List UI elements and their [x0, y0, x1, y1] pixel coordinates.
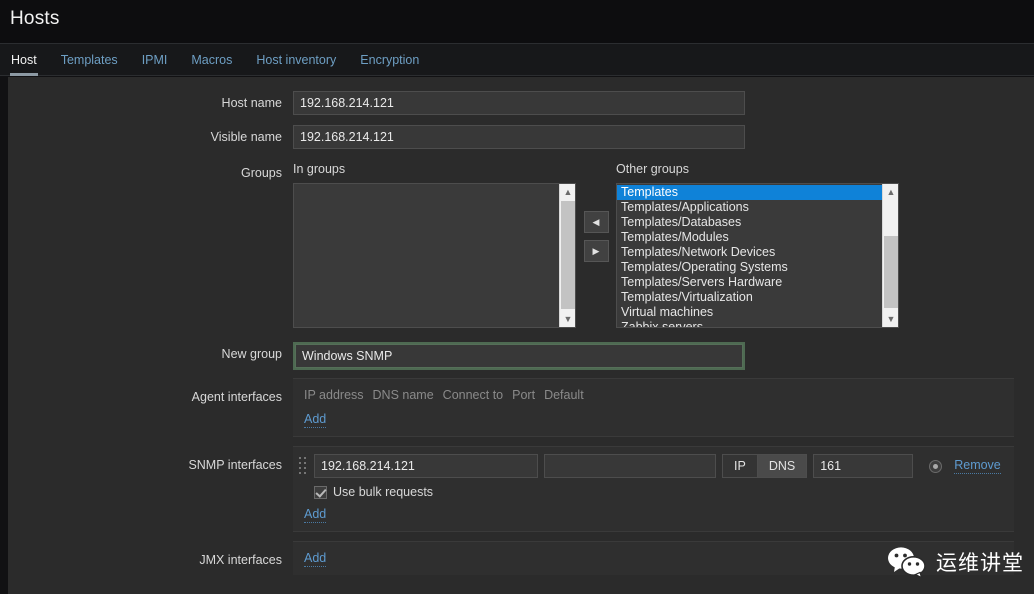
- new-group-input[interactable]: [295, 344, 743, 368]
- row-jmx-interfaces: JMX interfaces Add: [8, 532, 1034, 575]
- tab-templates[interactable]: Templates: [60, 45, 119, 76]
- tab-host-inventory[interactable]: Host inventory: [255, 45, 337, 76]
- agent-column-header: Port: [512, 388, 536, 402]
- tab-host[interactable]: Host: [10, 45, 38, 76]
- new-group-label: New group: [221, 347, 282, 361]
- agent-interfaces-columns: IP address DNS name Connect to Port Default: [293, 386, 1014, 404]
- jmx-add-wrap: Add: [293, 549, 1014, 567]
- agent-column-header: Connect to: [442, 388, 504, 402]
- in-groups-scrollbar[interactable]: ▲ ▼: [559, 184, 575, 327]
- use-bulk-requests-row: Use bulk requests: [293, 478, 1014, 499]
- move-right-button[interactable]: ▶: [583, 240, 609, 262]
- visible-name-field-wrap: [293, 125, 1034, 149]
- agent-add-link[interactable]: Add: [304, 412, 327, 428]
- use-bulk-requests-label[interactable]: Use bulk requests: [333, 485, 433, 499]
- agent-interfaces-field-wrap: IP address DNS name Connect to Port Default …: [293, 378, 1034, 437]
- scroll-down-icon[interactable]: ▼: [883, 311, 898, 327]
- list-item[interactable]: Templates/Servers Hardware: [617, 275, 883, 290]
- list-item[interactable]: Zabbix servers: [617, 320, 883, 327]
- list-item[interactable]: Templates: [617, 185, 883, 200]
- visible-name-label: Visible name: [210, 130, 282, 144]
- page-title: Hosts: [10, 8, 60, 29]
- host-name-field-wrap: [293, 91, 1034, 115]
- snmp-interfaces-box: IP DNS Remove Use bulk requests Add: [293, 446, 1014, 532]
- in-groups-listbox[interactable]: ▲ ▼: [293, 183, 576, 328]
- other-groups-scrollbar[interactable]: ▲ ▼: [882, 184, 898, 327]
- in-groups-scroll-thumb[interactable]: [561, 201, 575, 309]
- snmp-interface-row: IP DNS Remove: [293, 454, 1014, 478]
- snmp-interfaces-label: SNMP interfaces: [188, 458, 282, 472]
- snmp-default-radio[interactable]: [929, 459, 943, 473]
- snmp-remove-link[interactable]: Remove: [954, 458, 1001, 474]
- in-groups-items[interactable]: [294, 184, 560, 327]
- other-groups-listbox[interactable]: Templates Templates/Applications Templates…: [616, 183, 899, 328]
- agent-column-header: Default: [544, 388, 584, 402]
- new-group-focus-ring: [293, 342, 745, 370]
- host-name-input[interactable]: [293, 91, 745, 115]
- jmx-add-link[interactable]: Add: [304, 551, 327, 567]
- snmp-connect-to-toggle: IP DNS: [722, 454, 808, 478]
- other-groups-scroll-thumb[interactable]: [884, 236, 898, 308]
- drag-handle-icon[interactable]: [297, 455, 309, 477]
- snmp-add-link[interactable]: Add: [304, 507, 327, 523]
- zabbix-host-config-page: Hosts Host Templates IPMI Macros Host invent…: [0, 0, 1034, 594]
- snmp-interfaces-field-wrap: IP DNS Remove Use bulk requests Add: [293, 446, 1034, 532]
- groups-field-wrap: In groups ▲ ▼ ◀ ▶ Other groups Templates…: [293, 161, 1034, 328]
- list-item[interactable]: Templates/Operating Systems: [617, 260, 883, 275]
- list-item[interactable]: Virtual machines: [617, 305, 883, 320]
- in-groups-caption: In groups: [293, 162, 346, 176]
- other-groups-column: Other groups Templates Templates/Applicat…: [616, 161, 899, 328]
- other-groups-caption: Other groups: [616, 162, 689, 176]
- agent-add-wrap: Add: [293, 404, 1014, 428]
- jmx-interfaces-box: Add: [293, 541, 1014, 575]
- snmp-port-input[interactable]: [813, 454, 914, 478]
- snmp-dns-input[interactable]: [544, 454, 716, 478]
- other-groups-items[interactable]: Templates Templates/Applications Templates…: [617, 184, 883, 327]
- connect-to-ip-button[interactable]: IP: [723, 455, 757, 477]
- groups-label: Groups: [241, 166, 282, 180]
- page-header: Hosts: [0, 0, 1034, 43]
- row-new-group: New group: [8, 328, 1034, 370]
- list-item[interactable]: Templates/Network Devices: [617, 245, 883, 260]
- tab-ipmi[interactable]: IPMI: [141, 45, 169, 76]
- host-form: Host name Visible name Groups In groups: [8, 77, 1034, 594]
- scroll-up-icon[interactable]: ▲: [883, 184, 898, 200]
- row-groups: Groups In groups ▲ ▼ ◀ ▶ Other groups Te…: [8, 149, 1034, 328]
- host-name-label: Host name: [221, 96, 282, 110]
- scroll-up-icon[interactable]: ▲: [560, 184, 575, 200]
- tab-list: Host Templates IPMI Macros Host inventory Enc…: [10, 44, 442, 77]
- row-host-name: Host name: [8, 77, 1034, 115]
- agent-column-header: DNS name: [372, 388, 434, 402]
- tab-encryption[interactable]: Encryption: [359, 45, 420, 76]
- snmp-ip-input[interactable]: [314, 454, 538, 478]
- row-snmp-interfaces: SNMP interfaces IP DNS: [8, 437, 1034, 532]
- move-left-button[interactable]: ◀: [583, 211, 609, 233]
- transfer-buttons: ◀ ▶: [576, 161, 616, 262]
- row-agent-interfaces: Agent interfaces IP address DNS name Conne…: [8, 370, 1034, 437]
- row-visible-name: Visible name: [8, 115, 1034, 149]
- groups-twin-list: In groups ▲ ▼ ◀ ▶ Other groups Templates…: [293, 161, 1034, 328]
- new-group-field-wrap: [293, 342, 1034, 370]
- agent-interfaces-label: Agent interfaces: [191, 390, 282, 404]
- list-item[interactable]: Templates/Modules: [617, 230, 883, 245]
- snmp-add-wrap: Add: [293, 499, 1014, 523]
- tab-macros[interactable]: Macros: [190, 45, 233, 76]
- use-bulk-requests-checkbox[interactable]: [314, 485, 327, 499]
- agent-interfaces-box: IP address DNS name Connect to Port Default …: [293, 378, 1014, 437]
- visible-name-input[interactable]: [293, 125, 745, 149]
- jmx-interfaces-field-wrap: Add: [293, 541, 1034, 575]
- list-item[interactable]: Templates/Virtualization: [617, 290, 883, 305]
- scroll-down-icon[interactable]: ▼: [560, 311, 575, 327]
- tab-bar: Host Templates IPMI Macros Host inventory Enc…: [0, 43, 1034, 76]
- list-item[interactable]: Templates/Databases: [617, 215, 883, 230]
- agent-column-header: IP address: [304, 388, 364, 402]
- list-item[interactable]: Templates/Applications: [617, 200, 883, 215]
- jmx-interfaces-label: JMX interfaces: [199, 553, 282, 567]
- connect-to-dns-button[interactable]: DNS: [756, 455, 807, 477]
- in-groups-column: In groups ▲ ▼: [293, 161, 576, 328]
